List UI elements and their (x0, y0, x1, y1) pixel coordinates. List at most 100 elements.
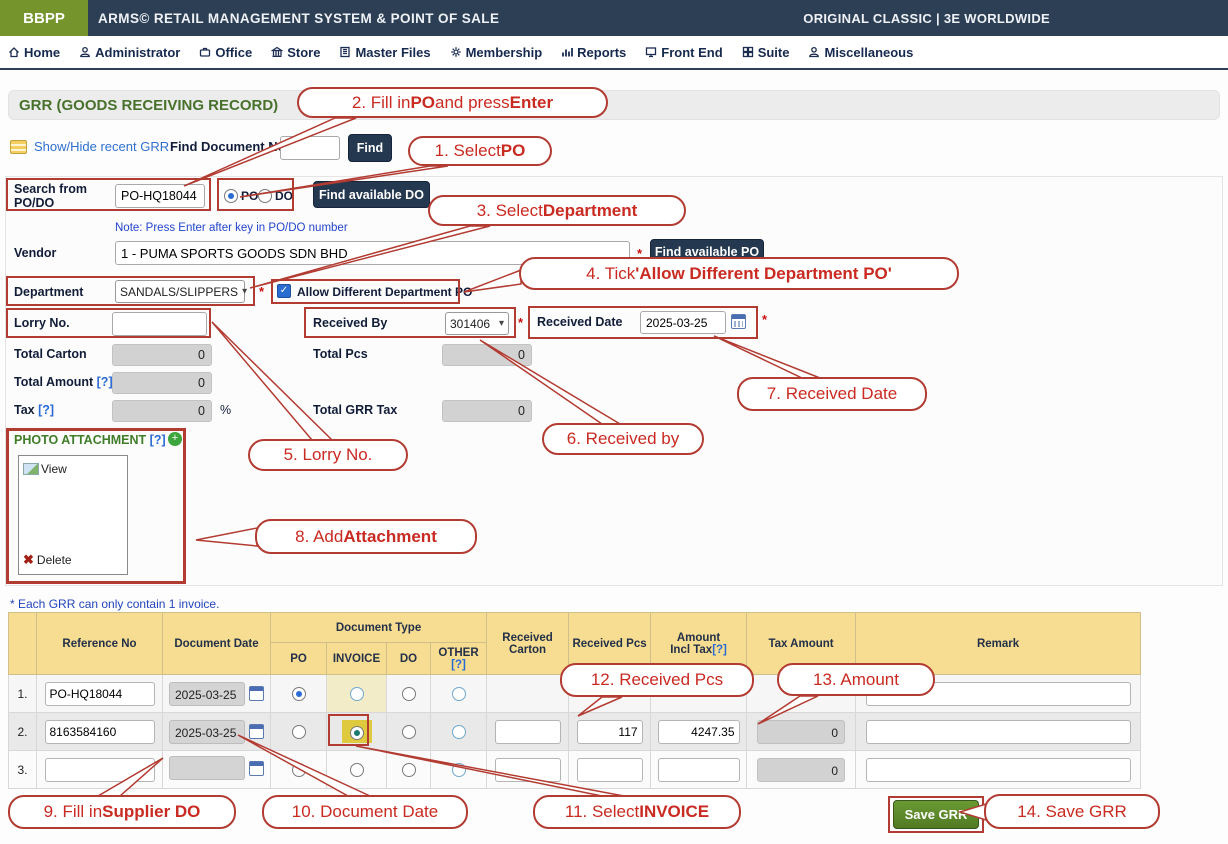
book-icon (339, 46, 351, 58)
nav-item-front-end[interactable]: Front End (645, 45, 722, 60)
callout-11-select-invoice: 11. Select INVOICE (533, 795, 741, 829)
radio-po-circle[interactable] (224, 189, 238, 203)
tax-label: Tax [?] (14, 403, 54, 417)
find-available-do-button[interactable]: Find available DO (313, 181, 430, 208)
callout-12-received-pcs: 12. Received Pcs (560, 663, 754, 697)
row2-other-radio[interactable] (452, 725, 466, 739)
row1-po-radio[interactable] (292, 687, 306, 701)
col-document-type: Document Type (271, 613, 487, 643)
person-icon (808, 46, 820, 58)
callout-14-save-grr: 14. Save GRR (984, 794, 1160, 829)
received-carton-input[interactable] (495, 720, 561, 744)
main-nav: Home Administrator Office Store Master F… (0, 36, 1228, 70)
briefcase-icon (199, 46, 211, 58)
amount-incl-tax-input[interactable] (658, 720, 740, 744)
nav-item-reports[interactable]: Reports (561, 45, 626, 60)
save-grr-button[interactable]: Save GRR (893, 800, 979, 829)
reference-no-input[interactable] (45, 682, 155, 706)
home-icon (8, 46, 20, 58)
radio-do-circle[interactable] (258, 189, 272, 203)
find-document-label: Find Document No. (170, 139, 289, 154)
department-select[interactable]: SANDALS/SLIPPERS▾ (115, 280, 245, 303)
col-other: OTHER [?] (431, 643, 487, 675)
photo-attachment-title: PHOTO ATTACHMENT [?] (14, 433, 166, 447)
department-required-asterisk: * (259, 284, 264, 299)
bank-icon (271, 46, 283, 58)
calendar-icon[interactable] (731, 314, 746, 329)
nav-item-administrator[interactable]: Administrator (79, 45, 180, 60)
allow-different-department-checkbox[interactable]: ✓ (277, 284, 291, 298)
monitor-icon (645, 46, 657, 58)
find-document-input[interactable] (280, 136, 340, 160)
row2-invoice-radio[interactable] (350, 726, 364, 740)
recent-grr-icon (10, 140, 27, 154)
row2-do-radio[interactable] (402, 725, 416, 739)
page-title: GRR (GOODS RECEIVING RECORD) (8, 90, 1220, 120)
add-photo-icon[interactable]: + (168, 432, 182, 446)
total-carton-label: Total Carton (14, 347, 87, 361)
find-button[interactable]: Find (348, 134, 392, 162)
total-grr-tax-label: Total GRR Tax (313, 403, 397, 417)
calendar-icon[interactable] (249, 761, 264, 776)
amount-incl-tax-input[interactable] (658, 758, 740, 782)
row1-invoice-radio[interactable] (350, 687, 364, 701)
received-pcs-input[interactable] (577, 758, 643, 782)
nav-item-office[interactable]: Office (199, 45, 252, 60)
callout-1-select-po: 1. Select PO (408, 136, 552, 166)
row3-po-radio[interactable] (292, 763, 306, 777)
nav-item-store[interactable]: Store (271, 45, 320, 60)
calendar-icon[interactable] (249, 724, 264, 739)
total-pcs-label: Total Pcs (313, 347, 368, 361)
row3-other-radio[interactable] (452, 763, 466, 777)
nav-item-master-files[interactable]: Master Files (339, 45, 430, 60)
col-po: PO (271, 643, 327, 675)
find-document-row: Show/Hide recent GRR Find Document No. F… (10, 136, 710, 166)
callout-10-document-date: 10. Document Date (262, 795, 468, 829)
col-reference-no: Reference No (37, 613, 163, 675)
row2-po-radio[interactable] (292, 725, 306, 739)
received-by-label: Received By (313, 316, 387, 330)
received-by-select[interactable]: 301406▾ (445, 312, 509, 335)
callout-2-fill-po: 2. Fill in PO and press Enter (297, 87, 608, 118)
callout-4-tick-allow: 4. Tick 'Allow Different Department PO' (519, 257, 959, 290)
callout-8-add-attachment: 8. Add Attachment (255, 519, 477, 554)
nav-item-membership[interactable]: Membership (450, 45, 543, 60)
search-from-label: Search from PO/DO (14, 182, 87, 210)
remark-input[interactable] (866, 758, 1131, 782)
grr-lines-table: Reference No Document Date Document Type… (8, 612, 1141, 789)
calendar-icon[interactable] (249, 686, 264, 701)
document-date-value: 2025-03-25 (169, 682, 245, 706)
reference-no-input[interactable] (45, 720, 155, 744)
received-date-label: Received Date (537, 315, 622, 329)
row3-invoice-radio[interactable] (350, 763, 364, 777)
reference-no-input[interactable] (45, 758, 155, 782)
nav-item-miscellaneous[interactable]: Miscellaneous (808, 45, 913, 60)
search-po-input[interactable] (115, 184, 205, 208)
received-pcs-input[interactable] (577, 720, 643, 744)
radio-do[interactable]: DO (258, 187, 293, 205)
photo-view-link[interactable]: View (23, 462, 67, 476)
received-date-input[interactable] (640, 311, 726, 334)
tax-value: 0 (112, 400, 212, 422)
tax-amount-value: 0 (757, 758, 845, 782)
tax-percent-suffix: % (220, 403, 231, 417)
chevron-down-icon: ▾ (242, 286, 247, 297)
app-title: ARMS© RETAIL MANAGEMENT SYSTEM & POINT O… (88, 0, 499, 36)
lorry-no-input[interactable] (112, 312, 207, 336)
tax-amount-value: 0 (757, 720, 845, 744)
department-label: Department (14, 285, 83, 299)
invoice-note: * Each GRR can only contain 1 invoice. (10, 597, 219, 611)
row1-do-radio[interactable] (402, 687, 416, 701)
nav-item-suite[interactable]: Suite (742, 45, 790, 60)
remark-input[interactable] (866, 720, 1131, 744)
col-invoice: INVOICE (327, 643, 387, 675)
total-grr-tax-value: 0 (442, 400, 532, 422)
document-date-value (169, 756, 245, 780)
photo-delete-link[interactable]: ✖Delete (23, 552, 72, 568)
nav-item-home[interactable]: Home (8, 45, 60, 60)
show-hide-recent-grr-link[interactable]: Show/Hide recent GRR (34, 139, 169, 154)
received-carton-input[interactable] (495, 758, 561, 782)
row3-do-radio[interactable] (402, 763, 416, 777)
row1-other-radio[interactable] (452, 687, 466, 701)
radio-po[interactable]: PO (224, 187, 258, 205)
